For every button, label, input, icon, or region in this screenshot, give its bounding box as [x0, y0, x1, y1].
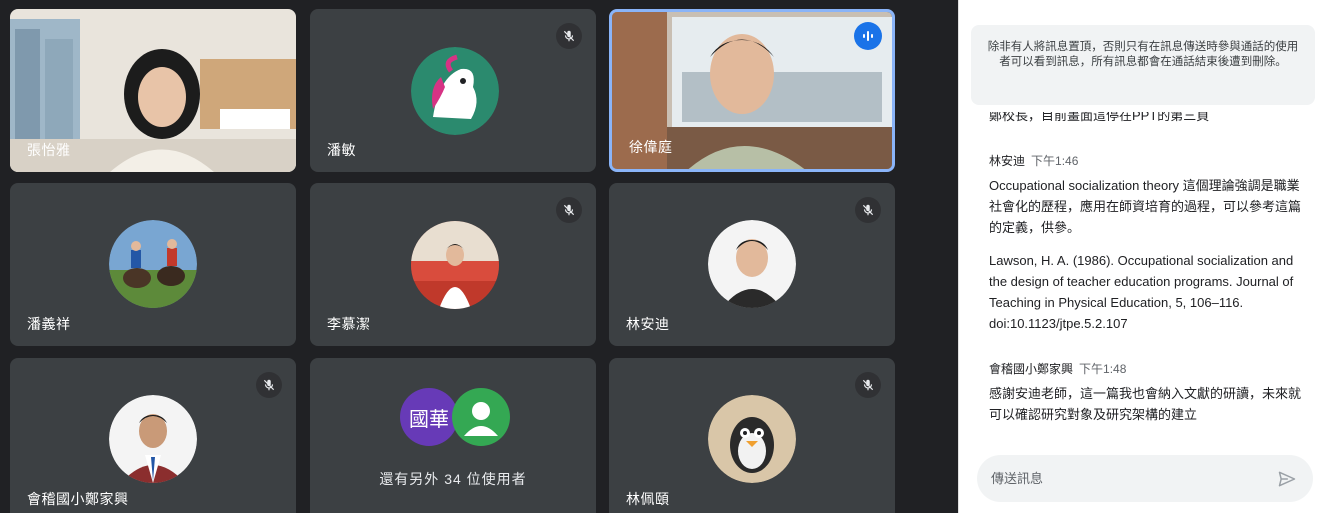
chat-message-text: 感謝安迪老師，這一篇我也會納入文獻的研讀，未來就可以確認研究對象及研究架構的建立 — [989, 386, 1302, 422]
participant-avatar — [109, 395, 197, 483]
chat-sender: 林安迪 — [989, 154, 1026, 168]
chat-message-header: 會稽國小鄭家興 下午1:48 — [989, 360, 1309, 377]
participant-tile[interactable]: 林佩頤 — [609, 358, 895, 513]
more-participants-tile[interactable]: 國華 還有另外 34 位使用者 — [310, 358, 596, 513]
chat-message-group: 林安迪 下午1:46 Occupational socialization the… — [989, 152, 1309, 346]
participant-tile[interactable]: 林安迪 — [609, 183, 895, 346]
participant-avatar — [411, 221, 499, 309]
mic-off-icon — [556, 197, 582, 223]
participant-name: 李慕潔 — [327, 316, 371, 332]
participant-name: 林佩頤 — [626, 491, 670, 507]
participant-avatar — [109, 220, 197, 308]
mic-off-icon — [556, 23, 582, 49]
participant-name: 潘敏 — [327, 142, 356, 158]
send-icon[interactable] — [1275, 467, 1299, 491]
chat-input-bar — [977, 455, 1313, 502]
generic-person-avatar-icon — [452, 388, 510, 446]
participant-tile[interactable]: 潘敏 — [310, 9, 596, 172]
group-avatars: 國華 — [400, 388, 520, 448]
participant-name: 林安迪 — [626, 316, 670, 332]
participant-avatar-initials: 國華 — [400, 388, 458, 446]
chat-message-header: 林安迪 下午1:46 — [989, 152, 1309, 169]
participant-name: 徐偉庭 — [629, 139, 673, 155]
participant-tile[interactable]: 張怡雅 — [10, 9, 296, 172]
participant-avatar — [411, 47, 499, 135]
participant-grid: 張怡雅 潘敏 徐偉庭 潘義祥 李慕潔 林安迪 會稽國小鄭家興 國華 還有另外 3… — [0, 0, 958, 513]
mic-off-icon — [256, 372, 282, 398]
chat-message-text: Lawson, H. A. (1986). Occupational socia… — [989, 253, 1294, 331]
participant-tile[interactable]: 潘義祥 — [10, 183, 296, 346]
participant-name: 張怡雅 — [27, 142, 71, 158]
participant-name: 會稽國小鄭家興 — [27, 491, 129, 507]
participant-avatar — [708, 220, 796, 308]
chat-message-text: 鄭校長，目前畫面這停在PPT的第三頁 — [989, 112, 1210, 122]
chat-message-text: Occupational socialization theory 這個理論強調… — [989, 178, 1302, 235]
mic-off-icon — [855, 372, 881, 398]
participant-tile[interactable]: 會稽國小鄭家興 — [10, 358, 296, 513]
chat-timestamp: 下午1:46 — [1031, 154, 1079, 168]
chat-message-input[interactable] — [991, 467, 1251, 489]
speaking-indicator-icon — [854, 22, 882, 50]
chat-sender: 會稽國小鄭家興 — [989, 362, 1074, 376]
more-participants-label: 還有另外 34 位使用者 — [379, 471, 527, 487]
chat-panel: 除非有人將訊息置頂，否則只有在訊息傳送時參與通話的使用者可以看到訊息，所有訊息都… — [958, 0, 1319, 513]
chat-message-group: 會稽國小鄭家興 下午1:48 感謝安迪老師，這一篇我也會納入文獻的研讀，未來就可以… — [989, 360, 1309, 437]
mic-off-icon — [855, 197, 881, 223]
participant-avatar — [708, 395, 796, 483]
chat-timestamp: 下午1:48 — [1079, 362, 1127, 376]
participant-name: 潘義祥 — [27, 316, 71, 332]
participant-tile-active-speaker[interactable]: 徐偉庭 — [609, 9, 895, 172]
chat-notice: 除非有人將訊息置頂，否則只有在訊息傳送時參與通話的使用者可以看到訊息，所有訊息都… — [971, 25, 1315, 105]
participant-tile[interactable]: 李慕潔 — [310, 183, 596, 346]
